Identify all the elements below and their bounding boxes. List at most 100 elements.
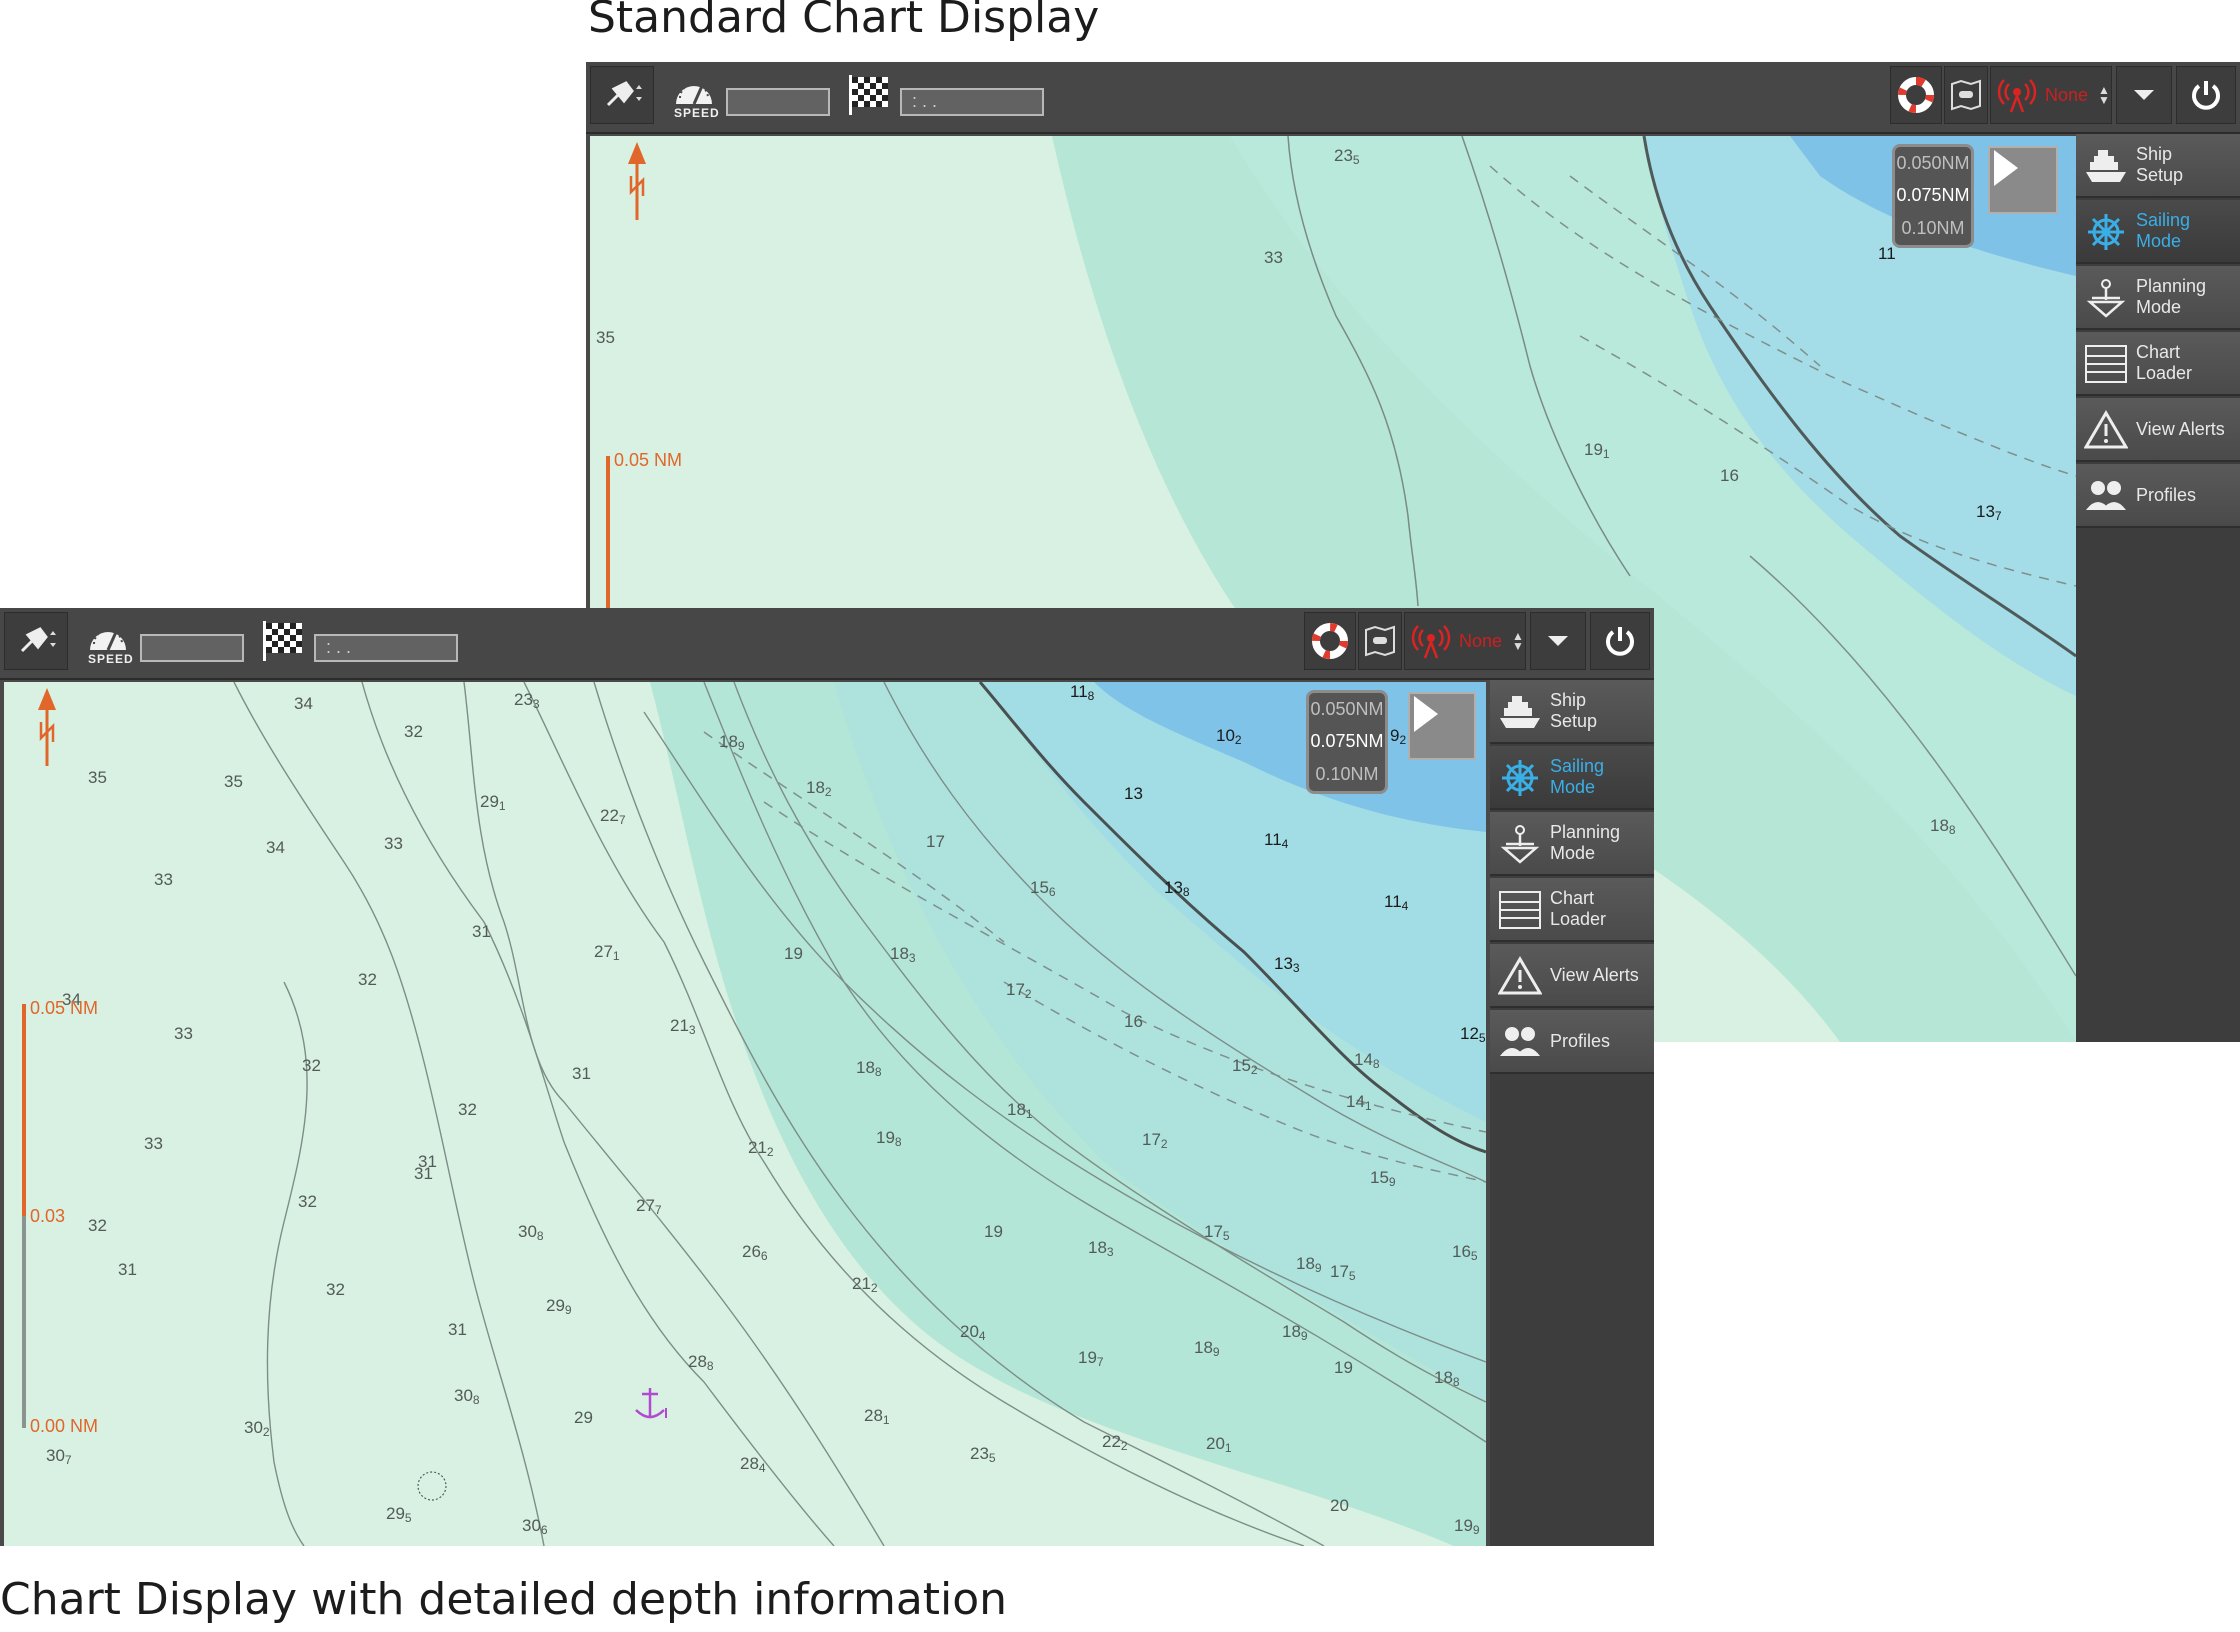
scale-label-mid: 0.03	[30, 1206, 66, 1226]
depth-sounding: 13	[1124, 784, 1143, 803]
sidebar-item-ship-setup[interactable]: Ship Setup	[1490, 680, 1654, 744]
sidebar-item-planning-mode[interactable]: Planning Mode	[1490, 812, 1654, 876]
alarm-selector[interactable]: None ▲ ▼	[1990, 66, 2112, 124]
depth-sounding: 181	[1007, 1100, 1033, 1121]
zoom-option[interactable]: 0.10NM	[1901, 218, 1964, 239]
depth-sounding: 277	[636, 1196, 662, 1217]
depth-sounding: 31	[414, 1164, 433, 1183]
depth-sounding: 19	[984, 1222, 1003, 1241]
chevron-down-icon	[2134, 90, 2154, 100]
depth-sounding: 16	[1124, 1012, 1143, 1031]
depth-sounding: 213	[670, 1016, 696, 1037]
depth-sounding: 35	[88, 768, 107, 787]
sidebar-item-ship-setup[interactable]: Ship Setup	[2076, 134, 2240, 198]
depth-sounding: 31	[472, 922, 491, 941]
sidebar-item-profiles[interactable]: Profiles	[1490, 1010, 1654, 1074]
depth-sounding: 204	[960, 1322, 986, 1343]
pin-icon	[20, 627, 56, 653]
depth-sounding: 102	[1216, 726, 1242, 747]
sidebar-item-chart-loader[interactable]: Chart Loader	[2076, 332, 2240, 396]
power-icon	[2192, 81, 2220, 110]
waypoint-field[interactable]: : . .	[314, 634, 458, 662]
pin-button[interactable]	[4, 612, 68, 670]
power-button[interactable]	[2176, 66, 2236, 124]
lifebuoy-button[interactable]	[1890, 66, 1942, 124]
dropdown-button[interactable]	[1530, 612, 1586, 670]
depth-sounding: 31	[448, 1320, 467, 1339]
dropdown-button[interactable]	[2116, 66, 2172, 124]
depth-sounding: 114	[1264, 830, 1289, 851]
scale-bar-top	[22, 1004, 26, 1216]
play-icon	[1414, 696, 1438, 732]
detailed-chart-window: SPEED : . . None ▲ ▼ 34 32 233 35 35 291…	[0, 608, 1654, 1546]
anchor-icon	[635, 1388, 667, 1419]
planning-icon	[1500, 825, 1540, 864]
depth-sounding: 32	[302, 1056, 321, 1075]
detailed-chart-caption: Chart Display with detailed depth inform…	[0, 1574, 1008, 1625]
chart-book-button[interactable]	[1358, 612, 1402, 670]
ship-icon	[1500, 696, 1540, 728]
depth-sounding: 198	[876, 1128, 902, 1149]
zoom-selector[interactable]: 0.050NM 0.075NM 0.10NM	[1306, 690, 1388, 794]
pin-icon	[606, 81, 642, 107]
sidebar-item-sailing-mode[interactable]: Sailing Mode	[1490, 746, 1654, 810]
power-button[interactable]	[1590, 612, 1650, 670]
waypoint-field[interactable]: : . .	[900, 88, 1044, 116]
depth-sounding: 11	[1878, 244, 1896, 263]
sidebar-item-view-alerts[interactable]: View Alerts	[2076, 398, 2240, 462]
depth-sounding: 32	[358, 970, 377, 989]
profiles-icon	[2086, 481, 2126, 510]
zoom-option[interactable]: 0.050NM	[1896, 153, 1969, 174]
depth-sounding: 271	[594, 942, 620, 963]
depth-sounding: 172	[1142, 1130, 1168, 1151]
depth-sounding: 197	[1078, 1348, 1104, 1369]
sidebar-item-chart-loader[interactable]: Chart Loader	[1490, 878, 1654, 942]
depth-sounding: 284	[740, 1454, 766, 1475]
toolbar: SPEED : . . None ▲ ▼	[586, 62, 2240, 134]
lifebuoy-button[interactable]	[1304, 612, 1356, 670]
depth-sounding: 125	[1460, 1024, 1486, 1045]
play-button[interactable]	[1408, 692, 1476, 760]
sidebar-item-profiles[interactable]: Profiles	[2076, 464, 2240, 528]
alert-icon	[2084, 410, 2128, 449]
zoom-option-selected[interactable]: 0.075NM	[1310, 731, 1383, 752]
zoom-option[interactable]: 0.10NM	[1315, 764, 1378, 785]
depth-sounding: 281	[864, 1406, 890, 1427]
speed-field[interactable]	[140, 634, 244, 662]
depth-sounding: 212	[748, 1138, 774, 1159]
depth-sounding: 35	[224, 772, 243, 791]
detailed-chart-area[interactable]: 34 32 233 35 35 291 227 33 33 34 31 271 32 34 33 32 31 21…	[4, 682, 1486, 1546]
zoom-option-selected[interactable]: 0.075NM	[1896, 185, 1969, 206]
play-button[interactable]	[1988, 146, 2058, 214]
alarm-selector[interactable]: None ▲ ▼	[1404, 612, 1526, 670]
depth-sounding: 32	[298, 1192, 317, 1211]
zoom-option[interactable]: 0.050NM	[1310, 699, 1383, 720]
planning-icon	[2086, 279, 2126, 318]
depth-sounding: 34	[294, 694, 313, 713]
lifebuoy-icon	[1898, 77, 1934, 113]
depth-sounding: 33	[174, 1024, 193, 1043]
depth-sounding: 302	[244, 1418, 270, 1439]
sidebar-item-sailing-mode[interactable]: Sailing Mode	[2076, 200, 2240, 264]
speed-label: SPEED	[674, 106, 720, 120]
depth-sounding: 183	[890, 944, 916, 965]
depth-sounding: 32	[88, 1216, 107, 1235]
depth-sounding: 17	[926, 832, 945, 851]
sidebar-item-view-alerts[interactable]: View Alerts	[1490, 944, 1654, 1008]
radio-signal-icon	[1997, 79, 2037, 113]
depth-sounding: 189	[719, 732, 745, 753]
map-icon	[1951, 79, 1981, 111]
zoom-selector[interactable]: 0.050NM 0.075NM 0.10NM	[1892, 144, 1974, 248]
sidebar-item-planning-mode[interactable]: Planning Mode	[2076, 266, 2240, 330]
pin-button[interactable]	[590, 66, 654, 124]
speed-field[interactable]	[726, 88, 830, 116]
depth-sounding: 182	[806, 778, 832, 799]
depth-sounding: 16	[1720, 466, 1739, 485]
depth-sounding: 141	[1346, 1092, 1372, 1113]
depth-sounding: 19	[1334, 1358, 1353, 1377]
depth-sounding: 306	[522, 1516, 548, 1537]
chart-book-button[interactable]	[1944, 66, 1988, 124]
depth-sounding: 32	[458, 1100, 477, 1119]
scale-label: 0.05 NM	[614, 450, 683, 470]
radio-signal-icon	[1411, 625, 1451, 659]
